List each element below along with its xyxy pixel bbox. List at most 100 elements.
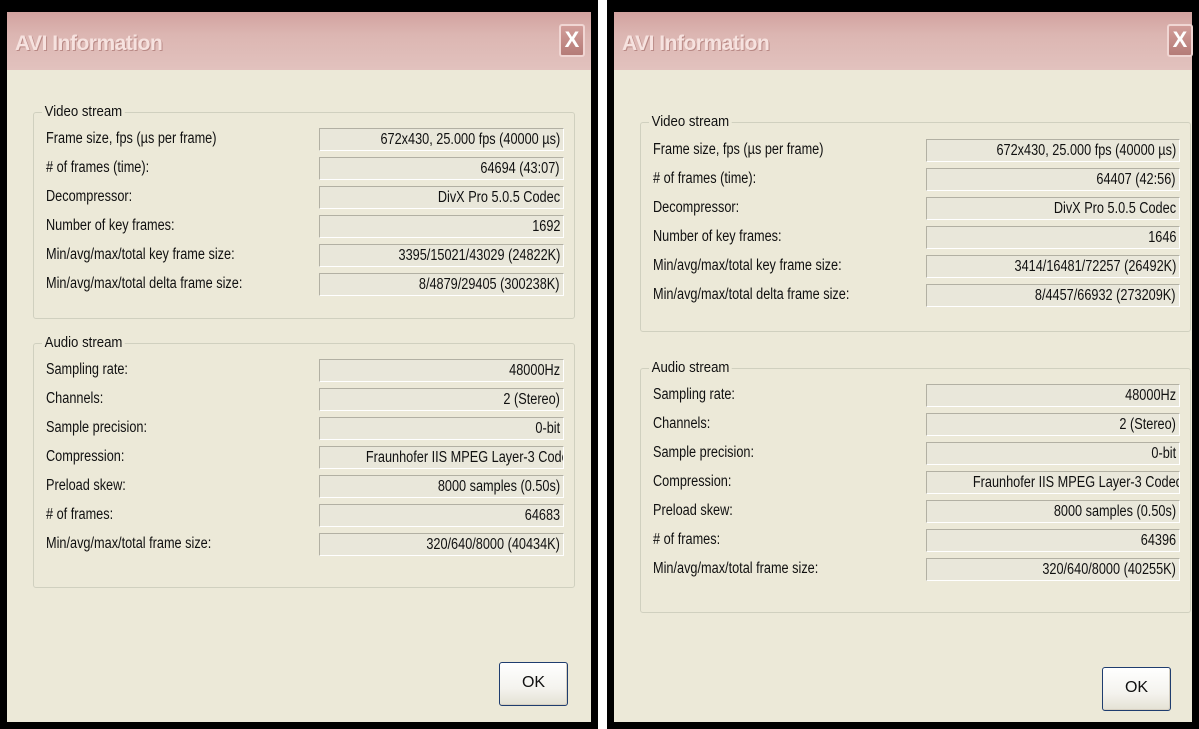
row-label: Decompressor: [653,199,740,216]
avi-information-dialog-right: AVI Information X Video stream Frame siz… [614,12,1193,722]
audio-stream-group: Audio stream Sampling rate: 48000Hz Chan… [640,359,1191,613]
row-label: Number of key frames: [46,217,175,234]
dialog-body: Video stream Frame size, fps (µs per fra… [614,70,1192,722]
video-row-frames: # of frames (time): 64694 (43:07) [34,155,574,183]
row-value-field: 64683 [319,504,564,527]
row-label: Min/avg/max/total delta frame size: [653,286,850,303]
row-label: # of frames (time): [46,159,150,176]
audio-row-frame-size: Min/avg/max/total frame size: 320/640/80… [641,556,1190,584]
row-value-field: 3414/16481/72257 (26492K) [926,255,1180,278]
close-button[interactable]: X [559,24,585,57]
row-value-field: Fraunhofer IIS MPEG Layer-3 Codec [319,446,564,469]
row-value-field: 8000 samples (0.50s) [926,500,1180,523]
row-label: Preload skew: [653,502,733,519]
row-value-field: 48000Hz [926,384,1180,407]
audio-row-channels: Channels: 2 (Stereo) [34,386,574,414]
row-value-field: Fraunhofer IIS MPEG Layer-3 Codec [926,471,1180,494]
row-value-field: 8000 samples (0.50s) [319,475,564,498]
video-row-frame-size: Frame size, fps (µs per frame) 672x430, … [641,137,1190,165]
dialog-title: AVI Information [622,32,770,55]
video-row-key-frame-size: Min/avg/max/total key frame size: 3414/1… [641,253,1190,281]
video-stream-group: Video stream Frame size, fps (µs per fra… [33,103,575,319]
audio-row-compression: Compression: Fraunhofer IIS MPEG Layer-3… [641,469,1190,497]
row-label: Preload skew: [46,477,126,494]
row-label: Frame size, fps (µs per frame) [46,130,217,147]
row-value-field: 0-bit [319,417,564,440]
video-row-key-frames: Number of key frames: 1646 [641,224,1190,252]
audio-row-frame-size: Min/avg/max/total frame size: 320/640/80… [34,531,574,559]
video-row-delta-frame-size: Min/avg/max/total delta frame size: 8/44… [641,282,1190,310]
row-label: Min/avg/max/total key frame size: [653,257,842,274]
close-button[interactable]: X [1167,24,1193,57]
video-row-decompressor: Decompressor: DivX Pro 5.0.5 Codec [641,195,1190,223]
close-icon: X [564,27,580,52]
row-value-field: 1692 [319,215,564,238]
title-bar[interactable]: AVI Information X [7,12,591,70]
row-label: Compression: [653,473,732,490]
row-value-field: 672x430, 25.000 fps (40000 µs) [319,128,564,151]
row-label: Min/avg/max/total frame size: [653,560,819,577]
audio-row-channels: Channels: 2 (Stereo) [641,411,1190,439]
video-row-key-frame-size: Min/avg/max/total key frame size: 3395/1… [34,242,574,270]
video-row-frame-size: Frame size, fps (µs per frame) 672x430, … [34,126,574,154]
audio-row-preload-skew: Preload skew: 8000 samples (0.50s) [34,473,574,501]
row-label: Sampling rate: [46,361,128,378]
video-stream-legend: Video stream [649,113,732,130]
title-bar[interactable]: AVI Information X [614,12,1193,70]
row-value-field: 0-bit [926,442,1180,465]
video-row-key-frames: Number of key frames: 1692 [34,213,574,241]
row-label: Compression: [46,448,125,465]
row-label: Frame size, fps (µs per frame) [653,141,824,158]
row-value-field: 320/640/8000 (40255K) [926,558,1180,581]
row-label: Min/avg/max/total delta frame size: [46,275,243,292]
row-label: Sampling rate: [653,386,735,403]
row-label: Sample precision: [653,444,755,461]
audio-row-compression: Compression: Fraunhofer IIS MPEG Layer-3… [34,444,574,472]
row-label: Number of key frames: [653,228,782,245]
audio-row-preload-skew: Preload skew: 8000 samples (0.50s) [641,498,1190,526]
row-value-field: 8/4457/66932 (273209K) [926,284,1180,307]
dialog-body: Video stream Frame size, fps (µs per fra… [7,70,591,722]
video-row-decompressor: Decompressor: DivX Pro 5.0.5 Codec [34,184,574,212]
row-value-field: DivX Pro 5.0.5 Codec [926,197,1180,220]
audio-row-precision: Sample precision: 0-bit [641,440,1190,468]
row-value-field: 64396 [926,529,1180,552]
close-icon: X [1172,27,1188,52]
row-label: # of frames (time): [653,170,757,187]
audio-stream-legend: Audio stream [42,334,126,351]
audio-row-precision: Sample precision: 0-bit [34,415,574,443]
row-value-field: 64407 (42:56) [926,168,1180,191]
row-value-field: 3395/15021/43029 (24822K) [319,244,564,267]
row-value-field: 48000Hz [319,359,564,382]
avi-information-dialog-left: AVI Information X Video stream Frame siz… [7,12,591,722]
audio-row-frames: # of frames: 64683 [34,502,574,530]
audio-row-sampling-rate: Sampling rate: 48000Hz [641,382,1190,410]
row-value-field: 672x430, 25.000 fps (40000 µs) [926,139,1180,162]
row-label: # of frames: [653,531,721,548]
right-screenshot-frame: AVI Information X Video stream Frame siz… [607,0,1199,729]
row-value-field: 64694 (43:07) [319,157,564,180]
row-label: Sample precision: [46,419,148,436]
row-value-field: 1646 [926,226,1180,249]
row-label: Min/avg/max/total frame size: [46,535,212,552]
ok-button[interactable]: OK [1102,667,1171,711]
row-value-field: DivX Pro 5.0.5 Codec [319,186,564,209]
ok-button[interactable]: OK [499,662,568,706]
audio-row-frames: # of frames: 64396 [641,527,1190,555]
row-value-field: 8/4879/29405 (300238K) [319,273,564,296]
row-label: Channels: [653,415,711,432]
row-label: Min/avg/max/total key frame size: [46,246,235,263]
audio-row-sampling-rate: Sampling rate: 48000Hz [34,357,574,385]
video-row-frames: # of frames (time): 64407 (42:56) [641,166,1190,194]
audio-stream-legend: Audio stream [649,359,733,376]
row-label: Decompressor: [46,188,133,205]
dialog-title: AVI Information [15,32,163,55]
audio-stream-group: Audio stream Sampling rate: 48000Hz Chan… [33,334,575,588]
row-value-field: 320/640/8000 (40434K) [319,533,564,556]
left-screenshot-frame: AVI Information X Video stream Frame siz… [0,0,598,729]
video-stream-group: Video stream Frame size, fps (µs per fra… [640,113,1191,332]
row-value-field: 2 (Stereo) [926,413,1180,436]
row-label: Channels: [46,390,104,407]
row-value-field: 2 (Stereo) [319,388,564,411]
video-row-delta-frame-size: Min/avg/max/total delta frame size: 8/48… [34,271,574,299]
